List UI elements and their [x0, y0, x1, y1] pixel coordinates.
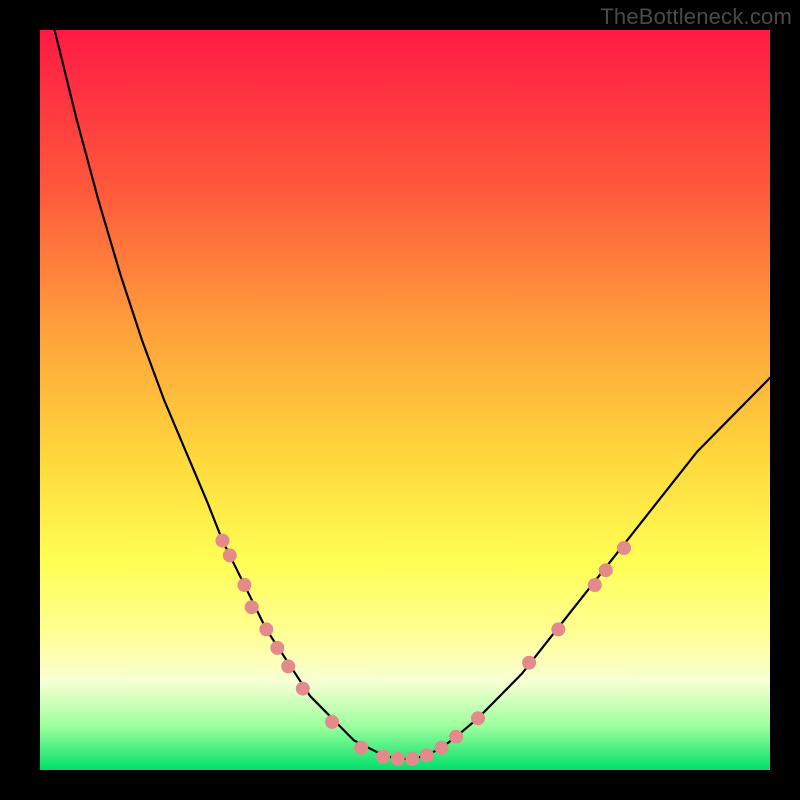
marker-point — [617, 541, 631, 555]
marker-group — [216, 534, 632, 766]
marker-point — [471, 711, 485, 725]
marker-point — [522, 656, 536, 670]
marker-point — [449, 730, 463, 744]
marker-point — [216, 534, 230, 548]
chart-svg — [40, 30, 770, 770]
marker-point — [325, 715, 339, 729]
marker-point — [281, 659, 295, 673]
marker-point — [354, 741, 368, 755]
marker-point — [599, 563, 613, 577]
marker-point — [391, 752, 405, 766]
marker-point — [245, 600, 259, 614]
marker-point — [296, 682, 310, 696]
marker-point — [223, 548, 237, 562]
plot-area — [40, 30, 770, 770]
marker-point — [420, 748, 434, 762]
bottleneck-curve — [55, 30, 770, 759]
marker-point — [551, 622, 565, 636]
marker-point — [405, 752, 419, 766]
marker-point — [270, 641, 284, 655]
marker-point — [237, 578, 251, 592]
watermark-text: TheBottleneck.com — [600, 4, 792, 30]
marker-point — [588, 578, 602, 592]
marker-point — [376, 750, 390, 764]
marker-point — [259, 622, 273, 636]
chart-frame: TheBottleneck.com — [0, 0, 800, 800]
marker-point — [435, 741, 449, 755]
